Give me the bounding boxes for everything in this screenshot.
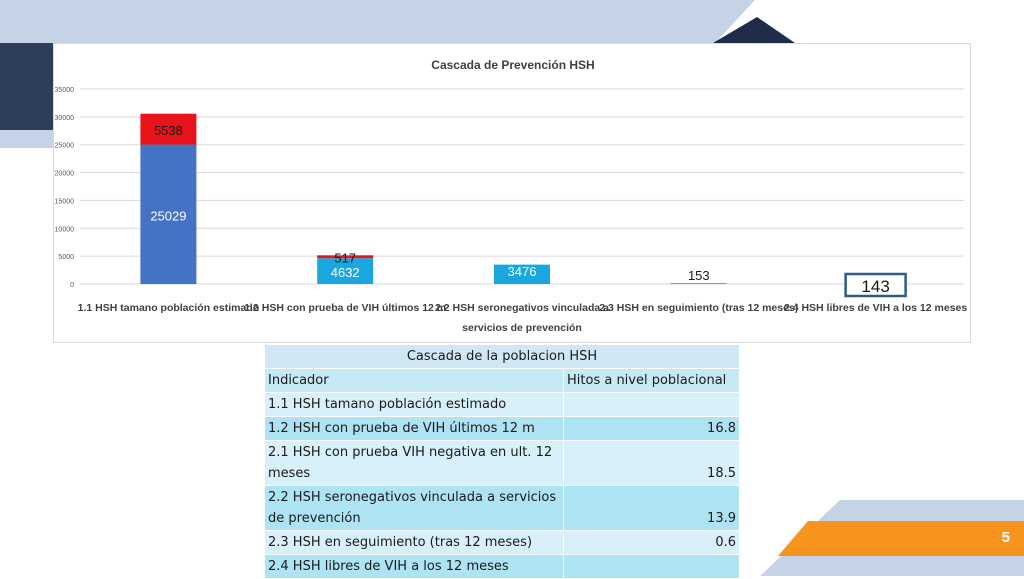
row-indicator: 1.1 HSH tamano población estimado [264,392,564,417]
table-title-row: Cascada de la poblacion HSH [264,344,740,369]
left-light-block [0,130,54,148]
table-row: 1.1 HSH tamano población estimado [264,392,740,417]
row-indicator: 2.2 HSH seronegativos vinculada a servic… [264,485,564,531]
gridlines [80,88,964,285]
row-value: 16.8 [563,416,740,441]
bar-value-label: 143 [861,277,889,296]
chart-svg: Cascada de Prevención HSH 0 5000 10000 1500… [55,58,968,334]
bar-value-label: 153 [688,268,710,283]
bar-value-label: 4632 [331,265,360,280]
x-category-label: 2.4 HSH libres de VIH a los 12 meses [784,302,967,314]
bar-segment [670,283,727,284]
table-row: 2.1 HSH con prueba VIH negativa en ult. … [264,440,740,486]
table-header-row: Indicador Hitos a nivel poblacional [264,368,740,393]
bar-value-label: 517 [334,250,356,265]
row-indicator: 1.2 HSH con prueba de VIH últimos 12 m [264,416,564,441]
x-axis: 1.1 HSH tamano población estimado1.2 HSH… [78,302,968,334]
y-tick-label: 0 [70,282,74,289]
header-hitos: Hitos a nivel poblacional [563,368,740,393]
row-indicator: 2.4 HSH libres de VIH a los 12 meses [264,554,564,579]
page-number: 5 [1001,529,1010,546]
row-value: 13.9 [563,485,740,531]
y-tick-label: 20000 [55,171,75,178]
x-category-label: 1.1 HSH tamano población estimado [78,302,259,314]
y-tick-label: 15000 [55,198,75,205]
table-row: 2.2 HSH seronegativos vinculada a servic… [264,485,740,531]
header-indicator: Indicador [264,368,564,393]
table-title: Cascada de la poblacion HSH [264,344,740,369]
row-value: 0.6 [563,530,740,555]
bar-value-label: 5538 [154,123,183,138]
table-row: 2.3 HSH en seguimiento (tras 12 meses) 0.… [264,530,740,555]
table-row: 1.2 HSH con prueba de VIH últimos 12 m 16… [264,416,740,441]
row-value: 18.5 [563,440,740,486]
bars: 25029 5538 4632517 3476 153 143 [140,113,907,298]
x-category-label: servicios de prevención [462,322,582,334]
row-value [563,554,740,579]
top-band-shape [0,0,755,43]
y-tick-label: 25000 [55,143,75,150]
left-dark-block [0,43,54,130]
y-tick-label: 30000 [55,115,75,122]
chart-title: Cascada de Prevención HSH [431,58,594,72]
row-indicator: 2.3 HSH en seguimiento (tras 12 meses) [264,530,564,555]
bar-value-label: 25029 [150,208,186,223]
x-category-label: 1.2 HSH con prueba de VIH últimos 12 m [244,302,446,314]
x-category-label: 2.3 HSH en seguimiento (tras 12 meses) [599,302,798,314]
bar-value-label: 3476 [508,264,537,279]
bottom-right-orange-shape [778,521,1024,556]
chart-panel: Cascada de Prevención HSH 0 5000 10000 1500… [53,43,971,343]
indicator-table: Cascada de la poblacion HSH Indicador Hi… [264,344,740,579]
row-value [563,392,740,417]
y-tick-label: 10000 [55,226,75,233]
y-tick-label: 5000 [58,254,74,261]
x-category-label: 2.2 HSH seronegativos vinculada a [435,302,609,314]
table-row: 2.4 HSH libres de VIH a los 12 meses [264,554,740,579]
y-axis: 0 5000 10000 15000 20000 25000 30000 35000 [55,87,75,289]
row-indicator: 2.1 HSH con prueba VIH negativa en ult. … [264,440,564,486]
y-tick-label: 35000 [55,87,75,94]
